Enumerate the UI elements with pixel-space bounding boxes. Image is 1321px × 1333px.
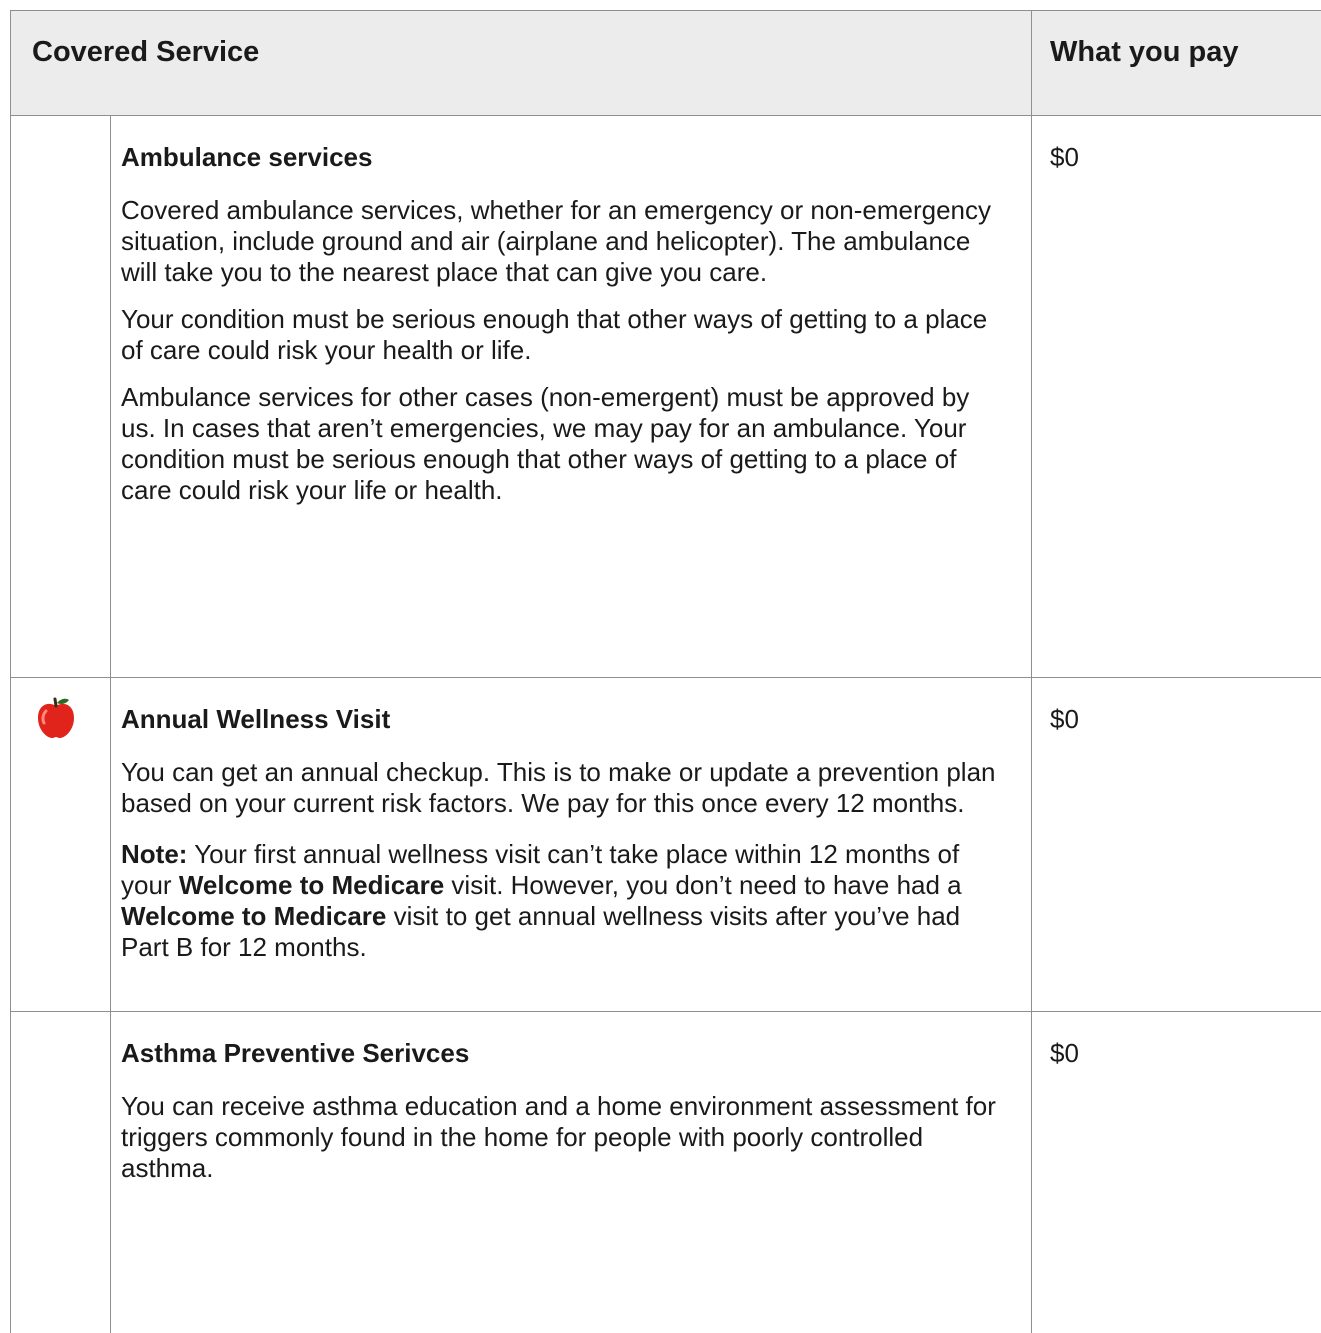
row-divider [10, 677, 1321, 678]
service-cost: $0 [1050, 142, 1079, 172]
service-cost: $0 [1050, 704, 1079, 734]
covered-services-table: Covered Service What you pay Ambulance s… [0, 0, 1321, 1333]
service-description: Ambulance services for other cases (non-… [121, 382, 970, 505]
note-label: Note: [121, 839, 188, 869]
service-description: Your condition must be serious enough th… [121, 304, 988, 365]
icon-column-divider [110, 115, 111, 1333]
header-what-you-pay: What you pay [1050, 36, 1239, 68]
service-title: Asthma Preventive Serivces [121, 1038, 470, 1068]
header-covered-service: Covered Service [32, 36, 260, 68]
service-note: Note: Your first annual wellness visit c… [121, 839, 962, 962]
row-divider [10, 115, 1321, 116]
pay-column-divider [1031, 10, 1032, 1333]
service-description: Covered ambulance services, whether for … [121, 195, 991, 287]
service-title: Annual Wellness Visit [121, 704, 391, 734]
emphasis: Welcome to Medicare [178, 870, 445, 900]
service-description: You can get an annual checkup. This is t… [121, 757, 996, 818]
table-border-left [10, 10, 11, 1333]
row-divider [10, 1011, 1321, 1012]
service-description: You can receive asthma education and a h… [121, 1091, 996, 1183]
service-title: Ambulance services [121, 142, 373, 172]
table-border-top [10, 10, 1321, 11]
emphasis: Welcome to Medicare [121, 901, 387, 931]
table-row: Annual Wellness Visit You can get an ann… [121, 704, 1001, 979]
service-cost: $0 [1050, 1038, 1079, 1068]
table-row: Ambulance services Covered ambulance ser… [121, 142, 1001, 522]
apple-icon [38, 697, 74, 738]
table-row: Asthma Preventive Serivces You can recei… [121, 1038, 1001, 1200]
